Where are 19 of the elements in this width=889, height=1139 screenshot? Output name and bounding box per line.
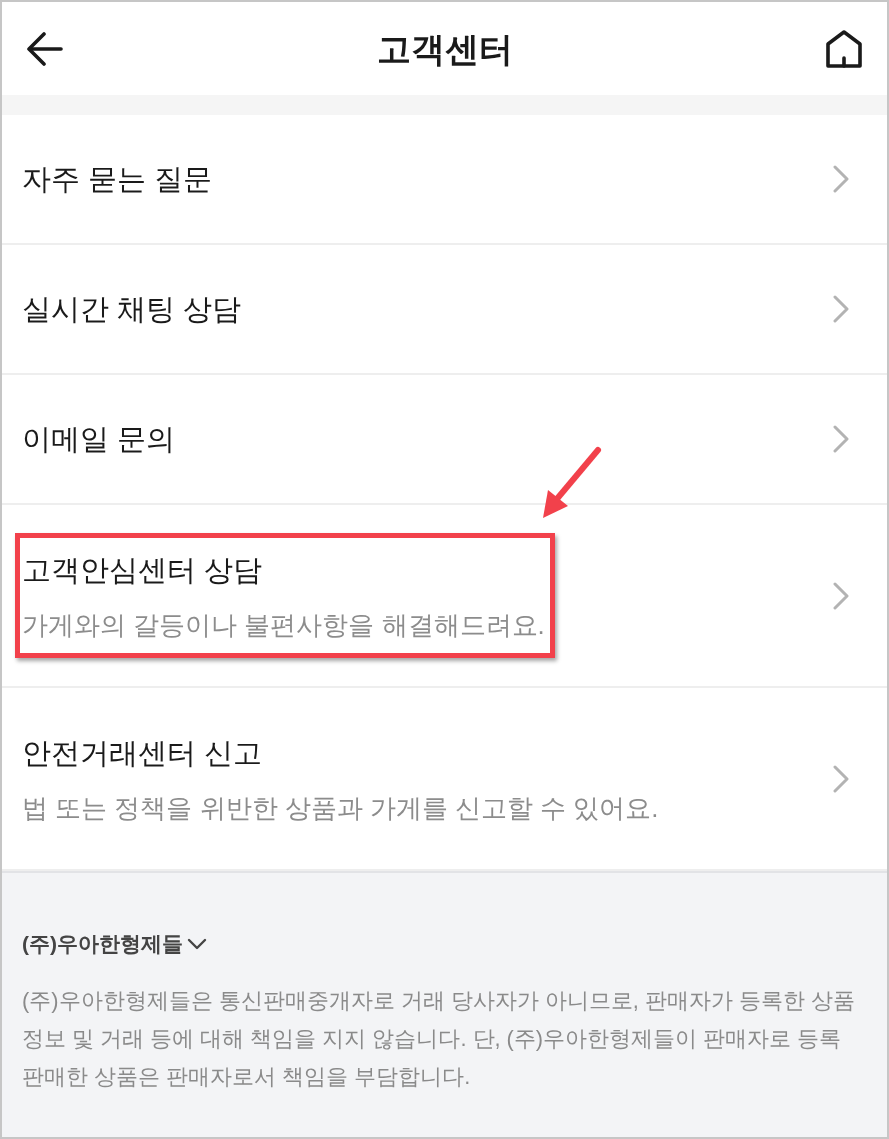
menu-item-title: 고객안심센터 상담 [22, 552, 264, 588]
menu-item-title: 이메일 문의 [22, 422, 176, 457]
chevron-right-icon [833, 165, 850, 193]
menu-item-title: 실시간 채팅 상담 [22, 292, 242, 327]
company-info-toggle[interactable]: (주)우아한형제들 [22, 928, 207, 960]
menu-item-title: 안전거래센터 신고 [22, 735, 264, 771]
chevron-right-icon [833, 295, 850, 323]
chevron-right-icon [833, 764, 850, 793]
back-button[interactable] [26, 29, 64, 68]
chevron-right-icon [833, 581, 850, 610]
home-icon [826, 29, 862, 68]
menu-item-description: 법 또는 정책을 위반한 상품과 가게를 신고할 수 있어요. [22, 792, 659, 824]
company-name: (주)우아한형제들 [22, 931, 183, 957]
disclaimer-text: (주)우아한형제들은 통신판매중개자로 거래 당사자가 아니므로, 판매자가 등록한 상품 정보 및 거래 등에 대해 책임을 지지 않습니다. 단, (주)우아한형제들이 판매자로 등록 판매한 상품은 판매자로서 책임을 부담합니다. [22, 987, 856, 1091]
menu-item-title: 자주 묻는 질문 [22, 162, 213, 197]
chevron-right-icon [833, 425, 850, 453]
menu-item-description: 가게와의 갈등이나 불편사항을 해결해드려요. [22, 609, 545, 641]
home-button[interactable] [825, 29, 863, 68]
page-title: 고객센터 [376, 28, 513, 70]
